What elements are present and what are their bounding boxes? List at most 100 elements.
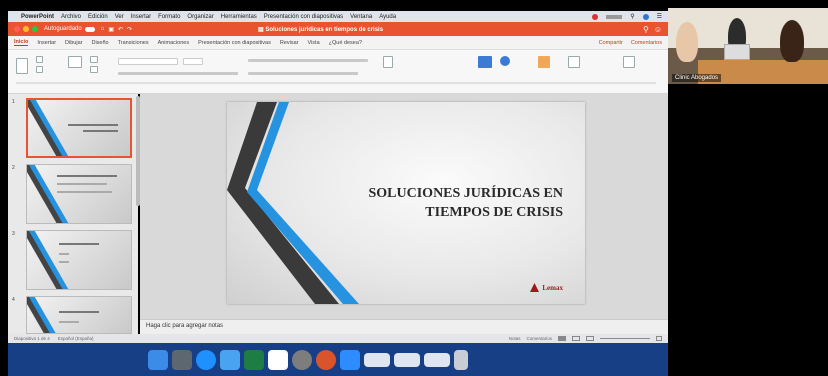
video-participant-label: Clinic Abogados bbox=[672, 74, 722, 82]
section-icon[interactable] bbox=[90, 66, 98, 73]
window-titlebar: Autoguardado ⌂ ▣ ↶ ↷ ▤ Soluciones jurídi… bbox=[8, 22, 668, 36]
tab-animaciones[interactable]: Animaciones bbox=[158, 40, 190, 46]
tab-vista[interactable]: Vista bbox=[308, 40, 320, 46]
tab-revisar[interactable]: Revisar bbox=[280, 40, 299, 46]
mail-icon[interactable] bbox=[220, 349, 240, 370]
home-icon[interactable]: ⌂ bbox=[101, 26, 105, 32]
paragraph-buttons[interactable] bbox=[248, 59, 368, 62]
record-icon[interactable] bbox=[592, 13, 599, 20]
tab-insertar[interactable]: Insertar bbox=[37, 40, 56, 46]
video-call-tile[interactable]: Clinic Abogados bbox=[668, 8, 828, 84]
menu-lines-icon[interactable]: ☰ bbox=[657, 13, 662, 20]
zoom-window-button[interactable] bbox=[32, 26, 38, 32]
close-window-button[interactable] bbox=[14, 26, 20, 32]
launchpad-icon[interactable] bbox=[172, 349, 192, 370]
save-icon[interactable]: ▣ bbox=[108, 26, 114, 33]
tab-diseno[interactable]: Diseño bbox=[91, 40, 108, 46]
excel-icon[interactable] bbox=[244, 349, 264, 370]
zoom-icon[interactable] bbox=[340, 349, 360, 370]
tab-dibujar[interactable]: Dibujar bbox=[65, 40, 82, 46]
redo-icon[interactable]: ↷ bbox=[127, 26, 132, 33]
alignment-buttons[interactable] bbox=[248, 72, 358, 75]
window-controls bbox=[14, 26, 38, 32]
slide-thumbnail-3[interactable] bbox=[26, 230, 132, 290]
convert-smartart-icon[interactable] bbox=[383, 56, 393, 68]
undo-icon[interactable]: ↶ bbox=[118, 26, 123, 33]
finder-icon[interactable] bbox=[148, 349, 168, 370]
profile-icon[interactable]: ☺ bbox=[654, 25, 662, 34]
search-icon[interactable]: ⚲ bbox=[630, 13, 634, 20]
layout-icon[interactable] bbox=[90, 56, 98, 63]
menu-item-presentacion[interactable]: Presentación con diapositivas bbox=[264, 14, 343, 20]
trash-icon[interactable] bbox=[454, 349, 468, 370]
menu-item-organizar[interactable]: Organizar bbox=[187, 14, 213, 20]
slide-thumbnail-2[interactable] bbox=[26, 164, 132, 224]
minimize-window-button[interactable] bbox=[23, 26, 29, 32]
powerpoint-icon[interactable] bbox=[316, 349, 336, 370]
menubar-app-name[interactable]: PowerPoint bbox=[21, 14, 54, 20]
reading-view-icon[interactable] bbox=[586, 336, 594, 341]
company-logo: Lemax bbox=[530, 283, 563, 292]
comments-button[interactable]: Comentarios bbox=[631, 40, 662, 46]
siri-icon[interactable] bbox=[642, 13, 649, 20]
tab-inicio[interactable]: Inicio bbox=[14, 39, 29, 46]
calendar-icon[interactable] bbox=[268, 349, 288, 370]
titlebar-search-icon[interactable]: ⚲ bbox=[643, 25, 649, 34]
menu-item-edicion[interactable]: Edición bbox=[88, 14, 108, 20]
settings-icon[interactable] bbox=[292, 349, 312, 370]
menu-item-archivo[interactable]: Archivo bbox=[61, 14, 81, 20]
language-indicator[interactable]: Español (España) bbox=[58, 336, 94, 341]
cut-icon[interactable] bbox=[36, 56, 43, 63]
design-ideas-icon[interactable] bbox=[623, 56, 635, 68]
new-slide-icon[interactable] bbox=[68, 56, 82, 68]
picture-icon[interactable] bbox=[478, 56, 492, 68]
logo-text: Lemax bbox=[542, 283, 563, 292]
zoom-slider[interactable] bbox=[600, 338, 650, 339]
notes-pane[interactable]: Haga clic para agregar notas bbox=[140, 319, 668, 334]
slide-thumbnail-panel: 1 2 3 4 bbox=[8, 94, 138, 334]
comments-toggle-button[interactable]: Comentarios bbox=[526, 336, 552, 341]
menu-item-ver[interactable]: Ver bbox=[115, 14, 124, 20]
font-style-buttons[interactable] bbox=[118, 72, 238, 75]
clock-icon[interactable] bbox=[606, 14, 623, 19]
video-empty-area bbox=[668, 84, 828, 376]
notes-placeholder: Haga clic para agregar notas bbox=[146, 323, 224, 329]
font-family-select[interactable] bbox=[118, 58, 178, 65]
sorter-view-icon[interactable] bbox=[572, 336, 580, 341]
safari-icon[interactable] bbox=[196, 349, 216, 370]
autosave-label[interactable]: Autoguardado bbox=[44, 26, 82, 32]
paste-icon[interactable] bbox=[16, 58, 28, 74]
slide-thumbnail-1[interactable] bbox=[26, 98, 132, 158]
thumb-text-line bbox=[59, 311, 99, 313]
current-slide[interactable]: SOLUCIONES JURÍDICAS EN TIEMPOS DE CRISI… bbox=[227, 102, 585, 304]
tell-me-search[interactable]: ¿Qué desea? bbox=[329, 40, 362, 46]
copy-icon[interactable] bbox=[36, 66, 43, 73]
window-thumb-icon[interactable] bbox=[394, 352, 420, 367]
ribbon-tabs: Inicio Insertar Dibujar Diseño Transicio… bbox=[8, 36, 668, 50]
font-size-select[interactable] bbox=[183, 58, 203, 65]
menu-item-ayuda[interactable]: Ayuda bbox=[379, 14, 396, 20]
logo-mark-icon bbox=[530, 283, 540, 292]
menu-item-herramientas[interactable]: Herramientas bbox=[221, 14, 257, 20]
quick-styles-icon[interactable] bbox=[568, 56, 580, 68]
slide-thumbnail-4[interactable] bbox=[26, 296, 132, 334]
menu-item-ventana[interactable]: Ventana bbox=[350, 14, 372, 20]
window-thumb-icon[interactable] bbox=[424, 352, 450, 367]
normal-view-icon[interactable] bbox=[558, 336, 566, 341]
window-thumb-icon[interactable] bbox=[364, 352, 390, 367]
slide-title[interactable]: SOLUCIONES JURÍDICAS EN TIEMPOS DE CRISI… bbox=[323, 184, 564, 222]
laptop-icon bbox=[724, 44, 750, 60]
arrange-icon[interactable] bbox=[538, 56, 550, 68]
tab-presentacion[interactable]: Presentación con diapositivas bbox=[198, 40, 271, 46]
autosave-toggle[interactable] bbox=[84, 26, 95, 32]
thumb-text-line bbox=[59, 261, 69, 263]
tab-transiciones[interactable]: Transiciones bbox=[118, 40, 149, 46]
share-button[interactable]: Compartir bbox=[599, 40, 623, 46]
menu-item-formato[interactable]: Formato bbox=[158, 14, 180, 20]
fit-slide-icon[interactable] bbox=[656, 336, 662, 341]
screen: PowerPoint Archivo Edición Ver Insertar … bbox=[0, 0, 828, 376]
menu-item-insertar[interactable]: Insertar bbox=[131, 14, 151, 20]
participant-figure bbox=[780, 20, 804, 62]
shapes-icon[interactable] bbox=[500, 56, 510, 66]
notes-toggle-button[interactable]: Notas bbox=[509, 336, 521, 341]
